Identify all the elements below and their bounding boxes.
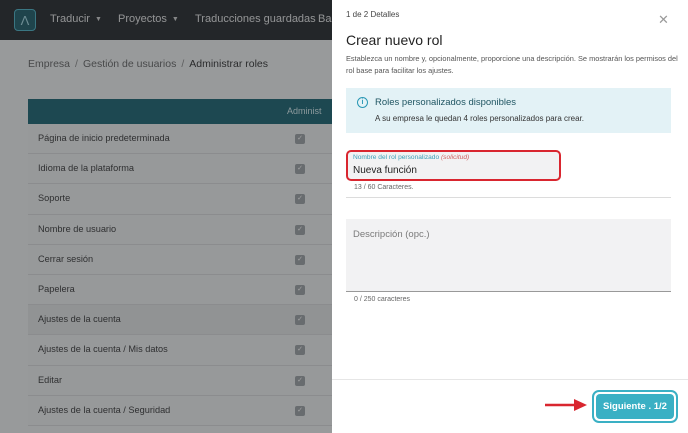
role-name-input[interactable] bbox=[353, 163, 553, 177]
info-icon: i bbox=[357, 97, 368, 108]
panel-title: Crear nuevo rol bbox=[346, 32, 443, 48]
description-field bbox=[346, 219, 671, 292]
create-role-panel: 1 de 2 Detalles ✕ Crear nuevo rol Establ… bbox=[332, 0, 688, 433]
step-indicator: 1 de 2 Detalles bbox=[346, 10, 400, 19]
info-text: A su empresa le quedan 4 roles personali… bbox=[375, 114, 585, 123]
role-name-field[interactable]: Nombre del rol personalizado (solicitud) bbox=[346, 150, 561, 181]
next-button-label: Siguiente . 1/2 bbox=[596, 394, 674, 419]
panel-description: Establezca un nombre y, opcionalmente, p… bbox=[346, 54, 678, 75]
divider bbox=[346, 197, 671, 198]
role-name-label: Nombre del rol personalizado (solicitud) bbox=[353, 154, 469, 161]
required-note: (solicitud) bbox=[440, 154, 470, 161]
description-counter: 0 / 250 caracteres bbox=[354, 296, 411, 303]
info-banner: i Roles personalizados disponibles A su … bbox=[346, 88, 671, 133]
role-name-counter: 13 / 60 Caracteres. bbox=[354, 184, 414, 191]
description-textarea[interactable] bbox=[346, 219, 671, 291]
next-button[interactable]: Siguiente . 1/2 bbox=[592, 390, 678, 423]
role-name-label-text: Nombre del rol personalizado bbox=[353, 154, 440, 161]
footer-divider bbox=[332, 379, 688, 380]
info-title: Roles personalizados disponibles bbox=[375, 97, 517, 108]
close-icon[interactable]: ✕ bbox=[658, 13, 669, 26]
arrow-right-icon bbox=[545, 399, 587, 411]
